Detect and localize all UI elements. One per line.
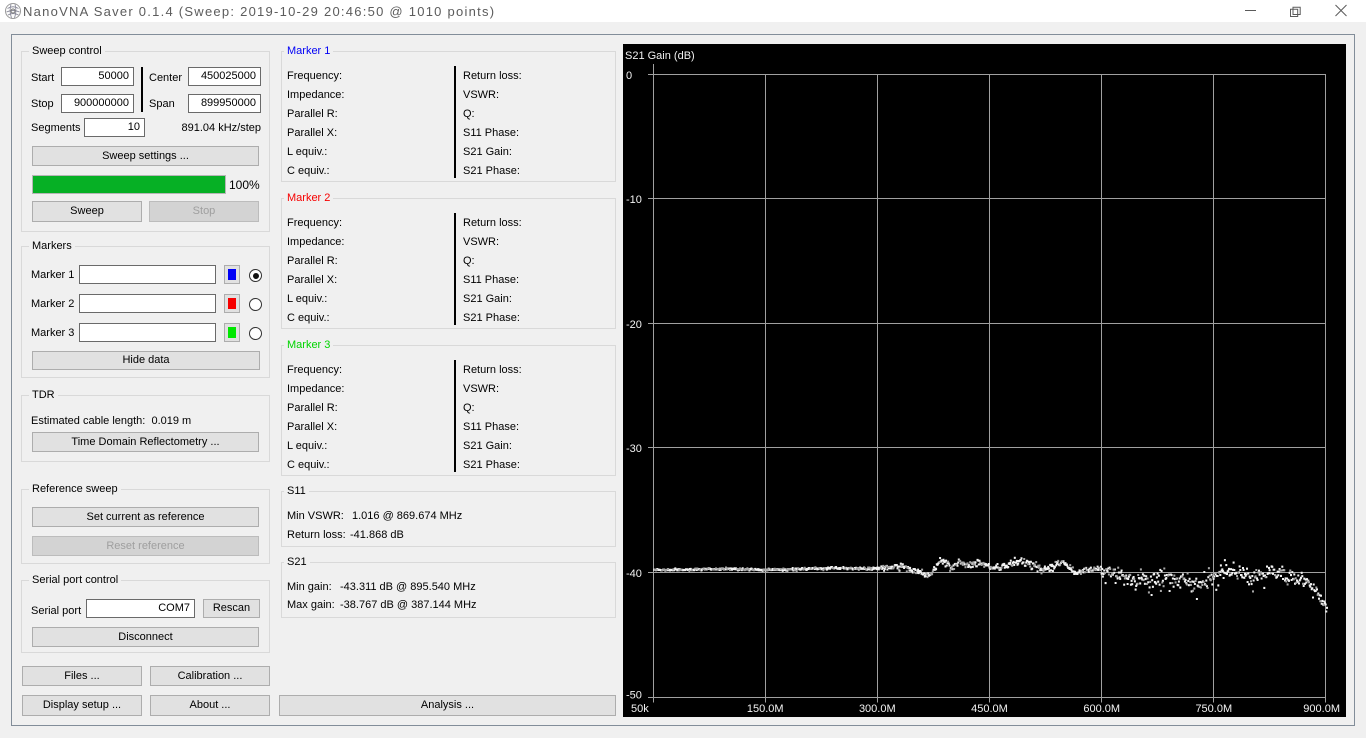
svg-text:750.0M: 750.0M — [1195, 703, 1232, 715]
svg-text:-40: -40 — [626, 568, 642, 580]
svg-text:600.0M: 600.0M — [1083, 703, 1120, 715]
svg-text:-30: -30 — [626, 443, 642, 455]
svg-text:-50: -50 — [626, 690, 642, 702]
svg-text:-10: -10 — [626, 194, 642, 206]
svg-text:450.0M: 450.0M — [971, 703, 1008, 715]
svg-text:S21 Gain (dB): S21 Gain (dB) — [625, 50, 695, 62]
svg-text:-20: -20 — [626, 319, 642, 331]
svg-text:900.0M: 900.0M — [1303, 703, 1340, 715]
svg-text:0: 0 — [626, 70, 632, 82]
svg-text:300.0M: 300.0M — [859, 703, 896, 715]
svg-text:50k: 50k — [631, 703, 649, 715]
svg-text:150.0M: 150.0M — [747, 703, 784, 715]
